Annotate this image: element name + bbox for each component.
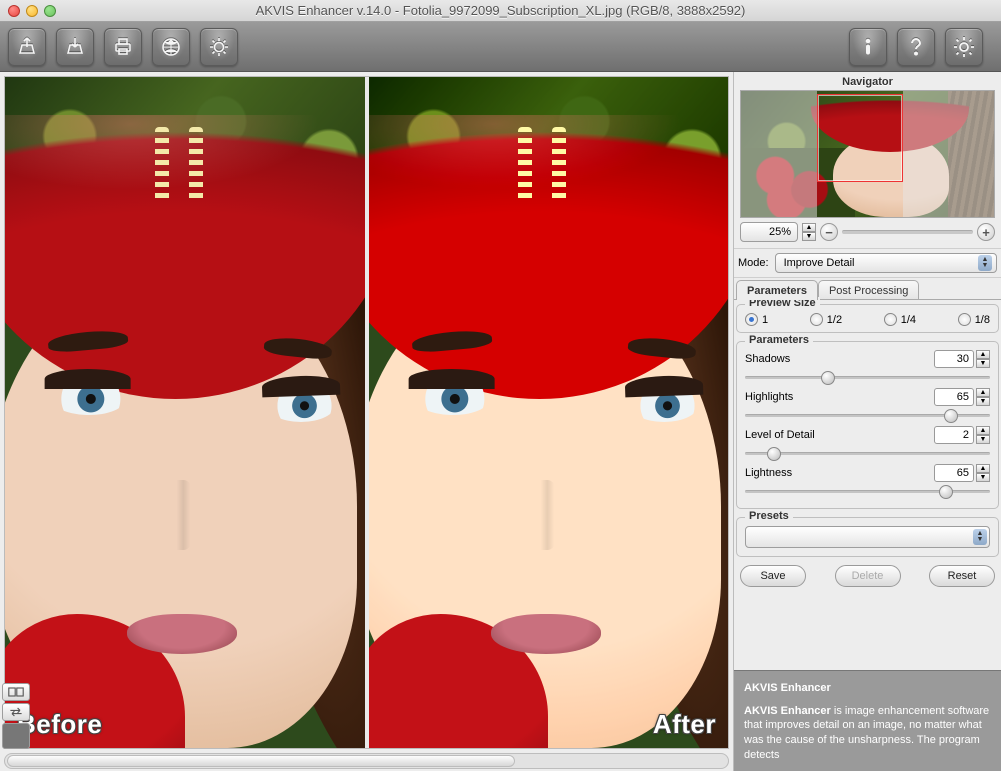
param-label: Lightness	[745, 467, 792, 479]
mode-label: Mode:	[738, 257, 769, 269]
layout-split-button[interactable]	[2, 683, 30, 701]
navigator-thumbnail[interactable]	[740, 90, 995, 218]
help-button[interactable]	[897, 28, 935, 66]
param-label: Highlights	[745, 391, 793, 403]
preview-size-option[interactable]: 1	[745, 313, 768, 326]
print-button[interactable]	[104, 28, 142, 66]
parameters-legend: Parameters	[745, 334, 813, 346]
image-viewer[interactable]: Before After	[4, 76, 729, 749]
param-row: Lightness ▲▼	[745, 464, 990, 498]
after-pane: After	[365, 77, 729, 748]
info-button[interactable]	[849, 28, 887, 66]
param-slider[interactable]	[745, 408, 990, 422]
param-slider[interactable]	[745, 446, 990, 460]
main-toolbar	[0, 22, 1001, 72]
window-title: AKVIS Enhancer v.14.0 - Fotolia_9972099_…	[0, 3, 1001, 18]
zoom-in-button[interactable]: +	[977, 223, 995, 241]
param-row: Level of Detail ▲▼	[745, 426, 990, 460]
share-button[interactable]	[152, 28, 190, 66]
param-slider[interactable]	[745, 370, 990, 384]
zoom-stepper[interactable]: ▲▼	[802, 223, 816, 241]
window-controls	[8, 5, 56, 17]
mode-select[interactable]: Improve Detail ▲▼	[775, 253, 997, 273]
after-label: After	[653, 709, 716, 740]
info-body: AKVIS Enhancer is image enhancement soft…	[744, 704, 991, 763]
tab-post-processing[interactable]: Post Processing	[818, 280, 919, 300]
info-panel: AKVIS Enhancer AKVIS Enhancer is image e…	[734, 670, 1001, 771]
presets-select[interactable]: ▲▼	[745, 526, 990, 548]
open-button[interactable]	[8, 28, 46, 66]
zoom-value: 25%	[745, 226, 795, 238]
param-value-input[interactable]	[934, 426, 974, 444]
navigator-title: Navigator	[738, 74, 997, 90]
param-label: Level of Detail	[745, 429, 815, 441]
canvas-area: Before After	[0, 72, 733, 771]
param-stepper[interactable]: ▲▼	[976, 426, 990, 444]
preview-size-group: Preview Size 11/21/41/8	[736, 304, 999, 333]
horizontal-scrollbar[interactable]	[4, 753, 729, 769]
settings-tabs: Parameters Post Processing	[734, 278, 1001, 300]
close-window-button[interactable]	[8, 5, 20, 17]
preview-size-option[interactable]: 1/4	[884, 313, 916, 326]
preview-size-option[interactable]: 1/2	[810, 313, 842, 326]
preview-size-option[interactable]: 1/8	[958, 313, 990, 326]
save-button[interactable]	[56, 28, 94, 66]
param-stepper[interactable]: ▲▼	[976, 464, 990, 482]
param-value-input[interactable]	[934, 388, 974, 406]
zoom-slider[interactable]	[842, 230, 973, 234]
param-slider[interactable]	[745, 484, 990, 498]
minimize-window-button[interactable]	[26, 5, 38, 17]
layout-swap-button[interactable]	[2, 703, 30, 721]
window-titlebar: AKVIS Enhancer v.14.0 - Fotolia_9972099_…	[0, 0, 1001, 22]
preferences-button[interactable]	[945, 28, 983, 66]
layout-single-button[interactable]	[2, 723, 30, 749]
param-stepper[interactable]: ▲▼	[976, 388, 990, 406]
zoom-out-button[interactable]: −	[820, 223, 838, 241]
presets-legend: Presets	[745, 510, 793, 522]
tab-parameters[interactable]: Parameters	[736, 280, 818, 300]
batch-button[interactable]	[200, 28, 238, 66]
view-mode-rail	[0, 681, 32, 751]
preset-reset-button[interactable]: Reset	[929, 565, 995, 587]
info-title: AKVIS Enhancer	[744, 681, 991, 696]
param-stepper[interactable]: ▲▼	[976, 350, 990, 368]
before-pane: Before	[5, 77, 365, 748]
parameters-group: Parameters Shadows▲▼Highlights▲▼Level of…	[736, 341, 999, 509]
param-value-input[interactable]	[934, 464, 974, 482]
zoom-window-button[interactable]	[44, 5, 56, 17]
param-row: Shadows ▲▼	[745, 350, 990, 384]
presets-group: Presets ▲▼	[736, 517, 999, 557]
preset-delete-button[interactable]: Delete	[835, 565, 901, 587]
param-row: Highlights ▲▼	[745, 388, 990, 422]
side-panel: Navigator 25% ▲▼ − + Mode:	[733, 72, 1001, 771]
param-value-input[interactable]	[934, 350, 974, 368]
preset-save-button[interactable]: Save	[740, 565, 806, 587]
param-label: Shadows	[745, 353, 790, 365]
